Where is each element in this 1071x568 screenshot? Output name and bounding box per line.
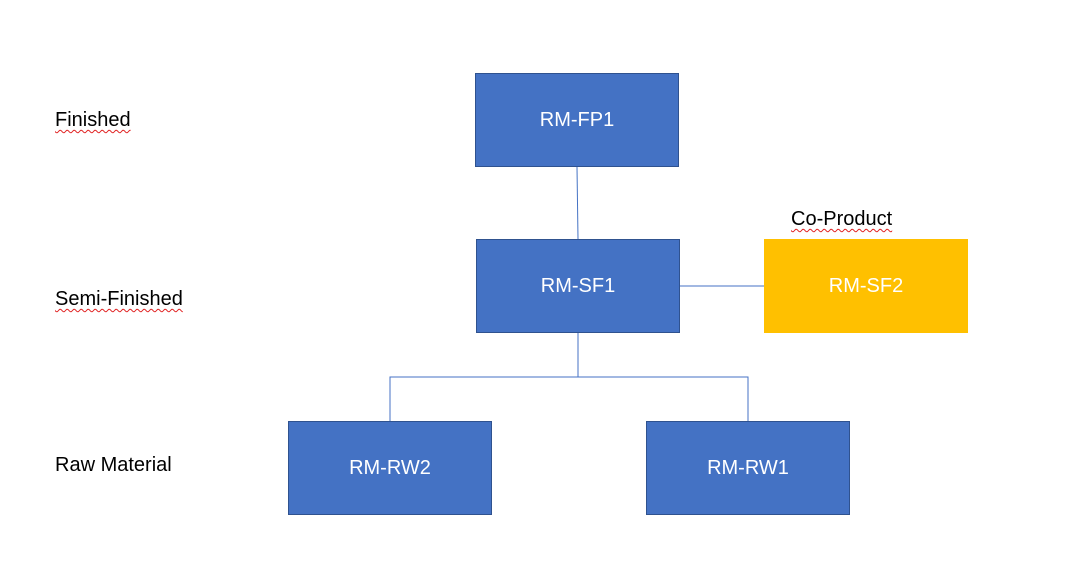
- node-rm-rw2[interactable]: RM-RW2: [288, 421, 492, 515]
- node-rm-fp1[interactable]: RM-FP1: [475, 73, 679, 167]
- level-label-semi-finished: Semi-Finished: [55, 287, 183, 311]
- node-rm-rw1[interactable]: RM-RW1: [646, 421, 850, 515]
- node-rm-sf2[interactable]: RM-SF2: [764, 239, 968, 333]
- co-product-label: Co-Product: [791, 207, 892, 231]
- level-raw-material-text: Raw Material: [55, 454, 172, 476]
- node-rm-sf1[interactable]: RM-SF1: [476, 239, 680, 333]
- diagram-canvas: Finished Semi-Finished Raw Material Co-P…: [0, 0, 1071, 568]
- level-label-finished: Finished: [55, 108, 131, 132]
- co-product-text: Co-Product: [791, 208, 893, 230]
- connector-raw-branch: [389, 376, 749, 421]
- connector-fp1-sf1: [576, 166, 579, 240]
- level-semi-finished-text: Semi-Finished: [55, 288, 183, 310]
- level-label-raw-material: Raw Material: [55, 453, 172, 477]
- level-finished-text: Finished: [55, 109, 131, 131]
